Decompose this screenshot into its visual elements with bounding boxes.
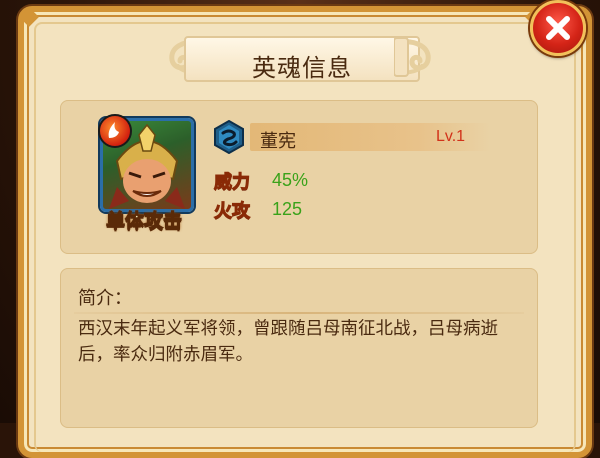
fire-element-icon [98,114,132,148]
hero-level: Lv.1 [436,128,466,145]
description-heading: 简介： [78,288,132,309]
description-text: 西汉末年起义军将领，曾跟随吕母南征北战，吕母病逝后，率众归附赤眉军。 [78,319,498,365]
close-button[interactable] [530,0,586,56]
hero-name: 董宪 [260,131,296,152]
title-banner: 英魂信息 [162,30,438,84]
faction-swirl-icon [214,120,244,154]
attack-type-label: 单体攻击 [105,210,182,233]
title-plate: 英魂信息 [184,36,420,82]
stat-value-fire-attack: 125 [272,199,303,219]
stat-label-power: 威力 [214,172,251,194]
hero-info-card: 单体攻击 董宪 Lv.1 威力 45% 火攻 125 [60,100,538,254]
stat-label-fire-attack: 火攻 [214,201,251,223]
close-x-icon [546,16,570,40]
dialog-title: 英魂信息 [252,54,352,82]
divider [74,312,524,314]
cloud-swirl-icon [394,37,431,77]
flame-icon [108,122,119,138]
stat-value-power: 45% [272,170,309,190]
hero-description-card: 简介： 西汉末年起义军将领，曾跟随吕母南征北战，吕母病逝后，率众归附赤眉军。 [60,268,538,428]
hero-name-bar: 董宪 Lv.1 [250,123,490,152]
